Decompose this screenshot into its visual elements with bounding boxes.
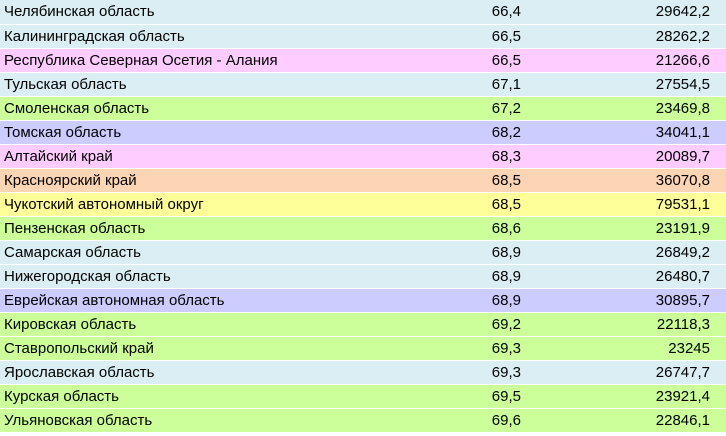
value-cell[interactable]: 67,1 <box>484 73 521 96</box>
spreadsheet-table: Челябинская область 66,4 29642,2 Калинингра… <box>0 0 726 436</box>
region-name-cell[interactable]: Томская область <box>0 121 484 144</box>
region-name-cell[interactable]: Нижегородская область <box>0 265 484 288</box>
value-cell[interactable]: 68,5 <box>484 193 521 216</box>
table-row[interactable]: Чукотский автономный округ 68,5 79531,1 <box>0 193 726 217</box>
table-row[interactable]: Ярославская область 69,3 26747,7 <box>0 361 726 385</box>
table-row[interactable]: Тульская область 67,1 27554,5 <box>0 73 726 97</box>
amount-cell[interactable]: 34041,1 <box>521 121 726 144</box>
region-name-cell[interactable]: Алтайский край <box>0 145 484 168</box>
value-cell[interactable]: 69,2 <box>484 313 521 336</box>
table-row[interactable]: Самарская область 68,9 26849,2 <box>0 241 726 265</box>
value-cell[interactable]: 68,9 <box>484 289 521 312</box>
amount-cell[interactable]: 27554,5 <box>521 73 726 96</box>
value-cell[interactable]: 69,6 <box>484 409 521 432</box>
table-row[interactable]: Пензенская область 68,6 23191,9 <box>0 217 726 241</box>
value-cell[interactable]: 69,3 <box>484 337 521 360</box>
value-cell[interactable]: 68,9 <box>484 265 521 288</box>
amount-cell[interactable]: 30895,7 <box>521 289 726 312</box>
value-cell[interactable]: 66,5 <box>484 25 521 48</box>
amount-cell[interactable]: 26480,7 <box>521 265 726 288</box>
region-name-cell[interactable]: Курская область <box>0 385 484 408</box>
amount-cell[interactable]: 23921,4 <box>521 385 726 408</box>
table-row[interactable]: Челябинская область 66,4 29642,2 <box>0 0 726 25</box>
table-row[interactable]: Курская область 69,5 23921,4 <box>0 385 726 409</box>
region-name-cell[interactable]: Калининградская область <box>0 25 484 48</box>
value-cell[interactable]: 68,9 <box>484 241 521 264</box>
table-row[interactable]: Ставропольский край 69,3 23245 <box>0 337 726 361</box>
table-row[interactable]: Смоленская область 67,2 23469,8 <box>0 97 726 121</box>
region-name-cell[interactable]: Кировская область <box>0 313 484 336</box>
amount-cell[interactable]: 23469,8 <box>521 97 726 120</box>
region-name-cell[interactable]: Смоленская область <box>0 97 484 120</box>
amount-cell[interactable]: 23191,9 <box>521 217 726 240</box>
value-cell[interactable]: 68,2 <box>484 121 521 144</box>
region-name-cell[interactable]: Еврейская автономная область <box>0 289 484 312</box>
region-name-cell[interactable]: Пензенская область <box>0 217 484 240</box>
table-row[interactable]: Калининградская область 66,5 28262,2 <box>0 25 726 49</box>
region-name-cell[interactable]: Самарская область <box>0 241 484 264</box>
region-name-cell[interactable]: Ярославская область <box>0 361 484 384</box>
table-row[interactable]: Ульяновская область 69,6 22846,1 <box>0 409 726 433</box>
table-row[interactable]: Нижегородская область 68,9 26480,7 <box>0 265 726 289</box>
amount-cell[interactable]: 28262,2 <box>521 25 726 48</box>
amount-cell[interactable]: 22846,1 <box>521 409 726 432</box>
region-name-cell[interactable]: Красноярский край <box>0 169 484 192</box>
amount-cell[interactable]: 79531,1 <box>521 193 726 216</box>
value-cell[interactable]: 69,3 <box>484 361 521 384</box>
table-row[interactable]: Красноярский край 68,5 36070,8 <box>0 169 726 193</box>
amount-cell[interactable]: 22118,3 <box>521 313 726 336</box>
table-row[interactable]: Кировская область 69,2 22118,3 <box>0 313 726 337</box>
value-cell[interactable]: 66,4 <box>484 0 521 24</box>
value-cell[interactable]: 66,5 <box>484 49 521 72</box>
table-row[interactable]: Алтайский край 68,3 20089,7 <box>0 145 726 169</box>
region-name-cell[interactable]: Тульская область <box>0 73 484 96</box>
table-row[interactable]: Томская область 68,2 34041,1 <box>0 121 726 145</box>
region-name-cell[interactable]: Челябинская область <box>0 0 484 24</box>
amount-cell[interactable]: 21266,6 <box>521 49 726 72</box>
amount-cell[interactable]: 29642,2 <box>521 0 726 24</box>
value-cell[interactable]: 68,6 <box>484 217 521 240</box>
value-cell[interactable]: 67,2 <box>484 97 521 120</box>
value-cell[interactable]: 68,3 <box>484 145 521 168</box>
region-name-cell[interactable]: Чукотский автономный округ <box>0 193 484 216</box>
amount-cell[interactable]: 20089,7 <box>521 145 726 168</box>
table-row[interactable]: Еврейская автономная область 68,9 30895,7 <box>0 289 726 313</box>
value-cell[interactable]: 69,5 <box>484 385 521 408</box>
value-cell[interactable]: 68,5 <box>484 169 521 192</box>
table-row[interactable]: Республика Северная Осетия - Алания 66,5 2… <box>0 49 726 73</box>
region-name-cell[interactable]: Ставропольский край <box>0 337 484 360</box>
amount-cell[interactable]: 36070,8 <box>521 169 726 192</box>
region-name-cell[interactable]: Республика Северная Осетия - Алания <box>0 49 484 72</box>
region-name-cell[interactable]: Ульяновская область <box>0 409 484 432</box>
amount-cell[interactable]: 26849,2 <box>521 241 726 264</box>
amount-cell[interactable]: 23245 <box>521 337 726 360</box>
amount-cell[interactable]: 26747,7 <box>521 361 726 384</box>
